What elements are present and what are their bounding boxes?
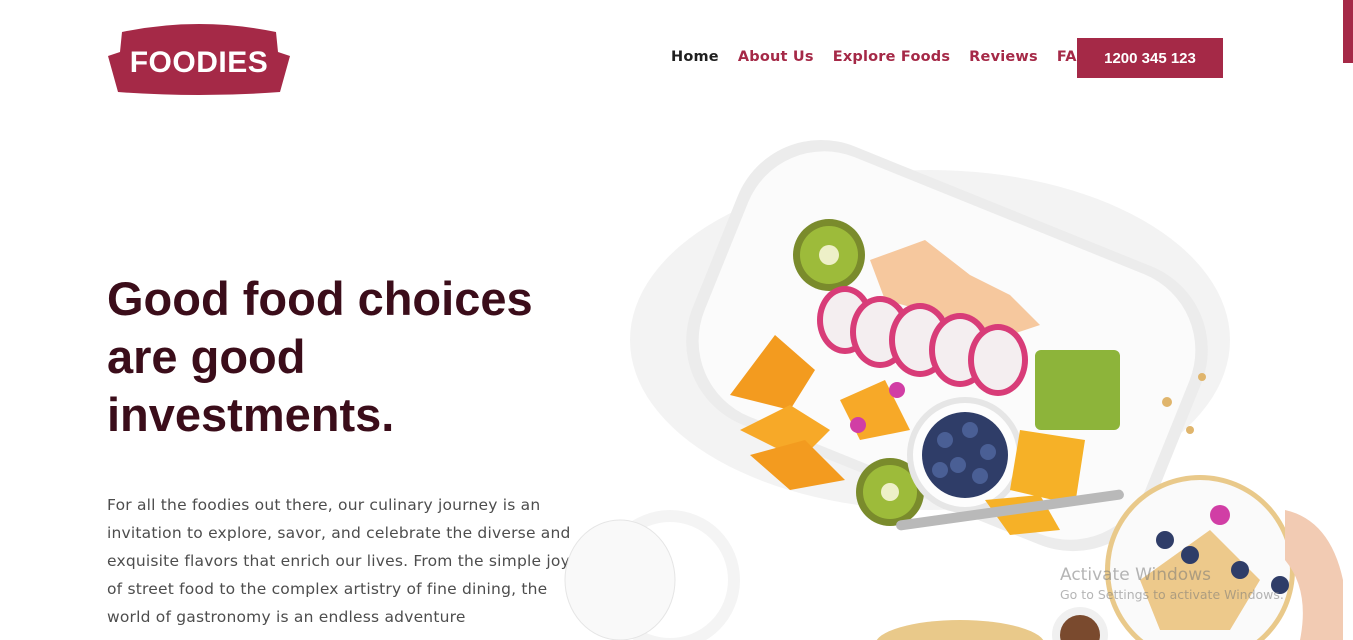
nav-home[interactable]: Home [671, 49, 719, 65]
activation-subtitle: Go to Settings to activate Windows. [1060, 587, 1284, 602]
scrollbar-thumb[interactable] [1343, 0, 1353, 63]
headline-line-1: Good food choices [107, 272, 533, 325]
activation-title: Activate Windows [1060, 565, 1211, 585]
phone-button[interactable]: 1200 345 123 [1077, 38, 1223, 78]
brand-name: FOODIES [129, 46, 269, 79]
hero-intro-text: For all the foodies out there, our culin… [107, 496, 571, 626]
windows-activation-watermark: Activate Windows Go to Settings to activ… [1060, 565, 1284, 602]
nav-reviews[interactable]: Reviews [969, 49, 1038, 65]
headline-line-2: are good [107, 330, 306, 383]
main-nav: Home About Us Explore Foods Reviews FAQ [671, 49, 1108, 65]
fruit-platter-image [540, 110, 1353, 640]
hero-headline: Good food choices are good investments. [107, 270, 587, 444]
brand-logo[interactable]: FOODIES [108, 22, 290, 96]
nav-explore-foods[interactable]: Explore Foods [833, 49, 950, 65]
headline-line-3: investments. [107, 388, 395, 441]
nav-about-us[interactable]: About Us [738, 49, 814, 65]
